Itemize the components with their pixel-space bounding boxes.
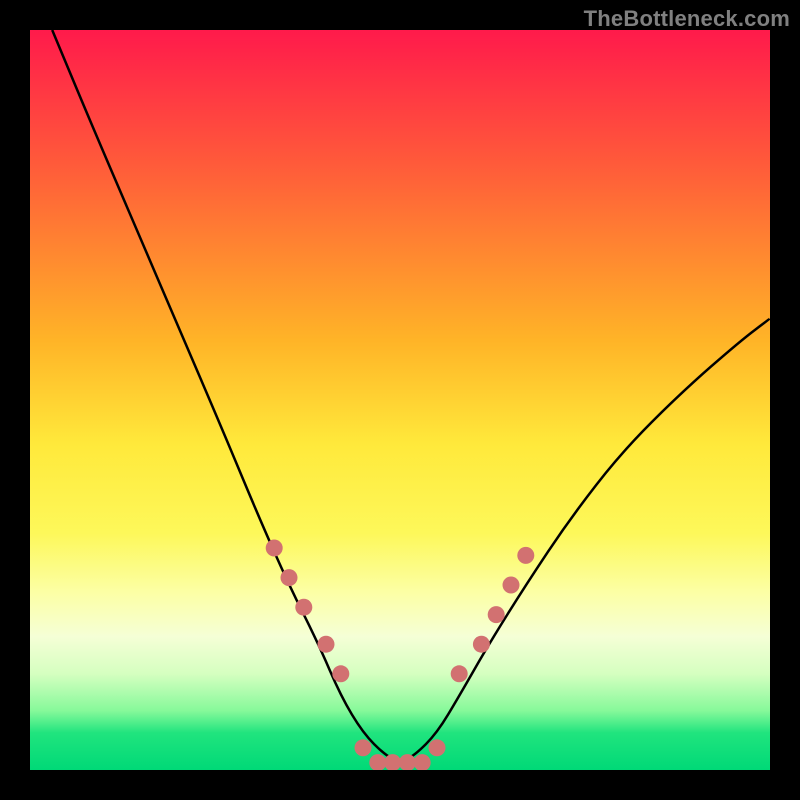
watermark-label: TheBottleneck.com (584, 6, 790, 32)
chart-frame: TheBottleneck.com (0, 0, 800, 800)
chart-gradient-background (30, 30, 770, 770)
